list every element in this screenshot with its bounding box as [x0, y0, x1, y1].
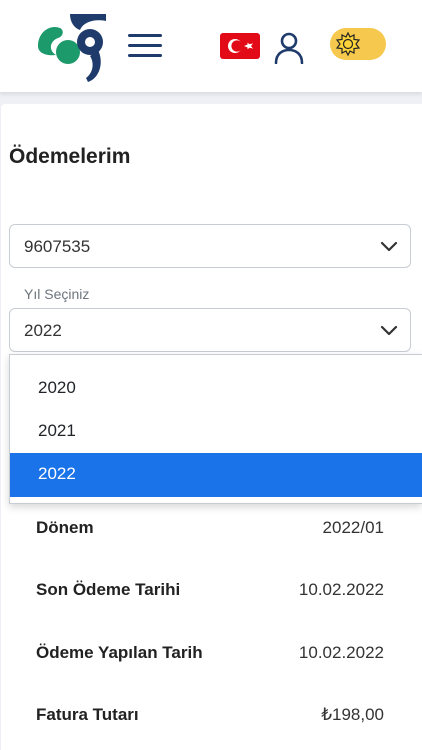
subscriber-select-value: 9607535 — [24, 237, 91, 256]
due-date-label: Son Ödeme Tarihi — [36, 580, 181, 599]
payment-date-label: Ödeme Yapılan Tarih — [36, 643, 203, 662]
year-option-2022-selected[interactable]: 2022 — [10, 453, 422, 497]
invoice-amount-label: Fatura Tutarı — [36, 705, 139, 724]
year-option-2020[interactable]: 2020 — [10, 367, 422, 411]
theme-toggle[interactable] — [330, 28, 386, 60]
brand-logo-icon[interactable] — [34, 8, 110, 84]
turkey-flag-icon[interactable] — [220, 33, 260, 59]
payment-date-value: 10.02.2022 — [298, 643, 384, 662]
period-label: Dönem — [36, 518, 94, 537]
year-select-value: 2022 — [24, 321, 62, 340]
page-title: Ödemelerim — [9, 145, 131, 168]
chevron-down-icon — [380, 325, 398, 336]
due-date-value: 10.02.2022 — [298, 580, 384, 599]
hamburger-menu-icon[interactable] — [128, 32, 164, 58]
invoice-amount-value: ₺198,00 — [321, 705, 384, 724]
user-icon[interactable] — [274, 32, 304, 64]
year-option-2021[interactable]: 2021 — [10, 410, 422, 454]
year-select[interactable]: 2022 — [9, 308, 411, 352]
period-value: 2022/01 — [322, 518, 384, 537]
subscriber-select[interactable]: 9607535 — [9, 224, 411, 268]
sun-icon — [336, 32, 360, 56]
chevron-down-icon — [380, 241, 398, 252]
year-dropdown-list: 2020 2021 2022 — [9, 354, 422, 504]
year-select-label: Yıl Seçiniz — [24, 286, 90, 302]
app-header — [0, 0, 422, 92]
